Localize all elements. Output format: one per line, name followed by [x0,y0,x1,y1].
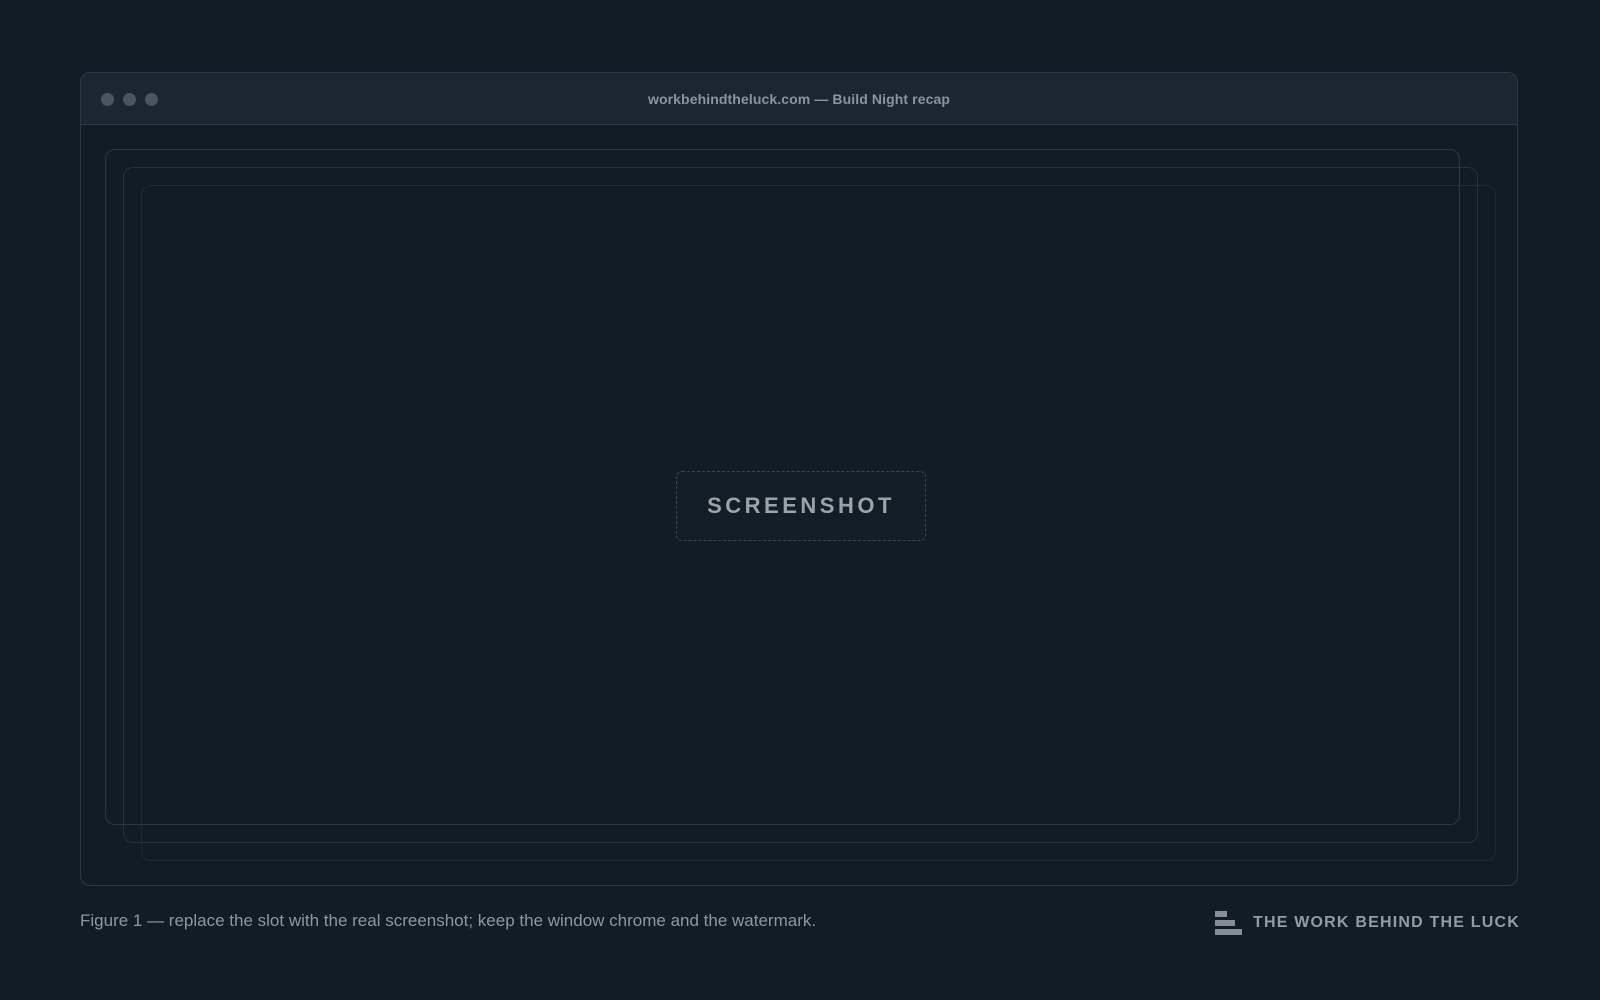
window-titlebar: workbehindtheluck.com — Build Night reca… [81,73,1517,125]
page: workbehindtheluck.com — Build Night reca… [0,0,1600,1000]
watermark: THE WORK BEHIND THE LUCK [1214,908,1520,938]
browser-window: workbehindtheluck.com — Build Night reca… [80,72,1518,886]
watermark-text: THE WORK BEHIND THE LUCK [1252,914,1520,931]
screenshot-placeholder-label: SCREENSHOT [676,471,926,541]
bars-logo-icon [1214,909,1243,937]
window-title: workbehindtheluck.com — Build Night reca… [647,91,951,107]
figure-caption: Figure 1 — replace the slot with the rea… [80,911,817,930]
